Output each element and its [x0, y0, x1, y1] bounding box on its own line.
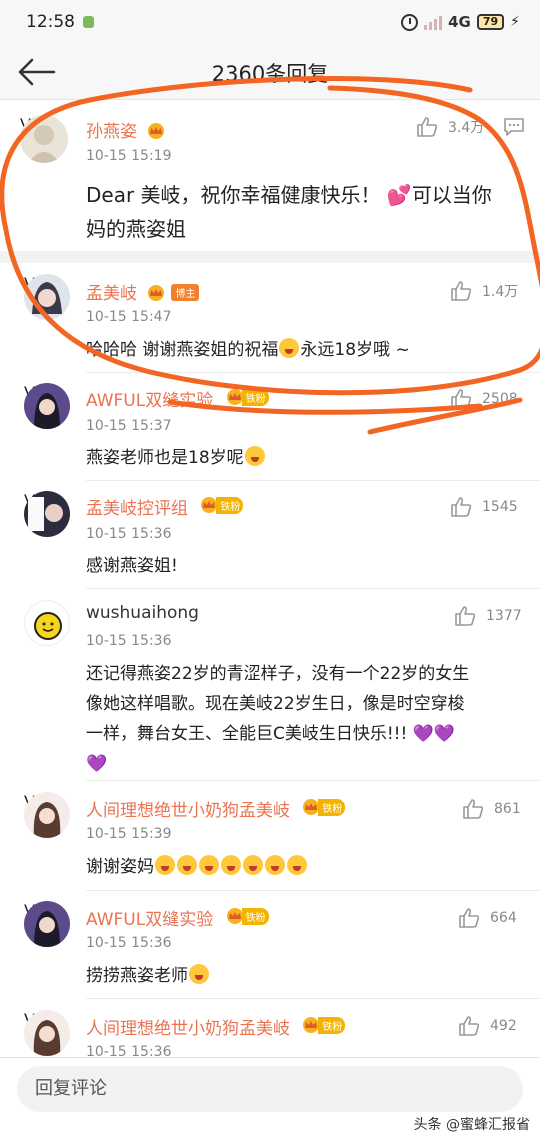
thumbs-up-icon — [459, 1016, 480, 1036]
reply-time: 10-15 15:36 — [86, 935, 172, 951]
like-button[interactable]: 861 — [462, 797, 521, 821]
thumbs-up-icon — [451, 389, 472, 409]
reply-username[interactable]: 人间理想绝世小奶狗孟美岐 铁粉 — [86, 796, 346, 821]
avatar[interactable] — [24, 600, 74, 650]
emoji-icon — [189, 964, 209, 984]
app-notification-icon — [83, 16, 94, 28]
like-button[interactable]: 1545 — [450, 495, 518, 519]
reply-username[interactable]: AWFUL双缝实验 铁粉 — [86, 386, 269, 411]
fan-badge: 铁粉 — [297, 798, 346, 816]
bottom-bar: 回复评论 头条 @蜜蜂汇报省 — [0, 1057, 540, 1140]
emoji-icon — [265, 855, 285, 875]
alarm-icon — [401, 13, 419, 31]
fan-badge: 铁粉 — [297, 1016, 346, 1034]
purple-heart-emoji: 💜 — [86, 754, 108, 774]
emoji-icon — [243, 855, 263, 875]
reply-time: 10-15 15:47 — [86, 309, 172, 325]
emoji-icon — [287, 855, 307, 875]
status-time: 12:58 — [26, 12, 75, 32]
watermark: 头条 @蜜蜂汇报省 — [413, 1117, 530, 1133]
divider — [86, 480, 540, 481]
thumbs-up-icon — [463, 799, 484, 819]
thumbs-up-icon — [459, 908, 480, 928]
emoji-icon — [199, 855, 219, 875]
like-button[interactable]: 3.4万 — [416, 115, 484, 139]
charging-icon: ⚡ — [510, 14, 520, 30]
avatar[interactable]: V — [24, 901, 74, 951]
signal-icon — [424, 14, 443, 30]
like-button[interactable]: 1.4万 — [450, 279, 518, 303]
network-type: 4G — [448, 13, 471, 31]
screen: 12:58 4G 79 ⚡ 2360条回复 V 孙燕姿 10-15 15:19 — [0, 0, 540, 1140]
avatar[interactable]: V — [24, 491, 74, 541]
emoji-icon — [155, 855, 175, 875]
divider — [86, 372, 540, 373]
divider — [86, 890, 540, 891]
purple-heart-emoji: 💜💜 — [412, 724, 456, 744]
crown-icon — [148, 285, 165, 301]
reply-time: 10-15 15:37 — [86, 418, 172, 434]
like-count: 664 — [490, 910, 517, 926]
comment-username[interactable]: 孙燕姿 — [86, 117, 167, 142]
fan-badge: 铁粉 — [221, 907, 269, 925]
reply-text: 感谢燕姿姐! — [86, 556, 178, 576]
reply-username[interactable]: wushuaihong — [86, 603, 199, 623]
emoji-icon — [279, 338, 300, 358]
thumbs-up-icon — [451, 497, 472, 517]
crown-icon — [148, 123, 165, 139]
reply-text: 燕姿老师也是18岁呢 — [86, 443, 266, 473]
avatar[interactable]: V — [24, 383, 74, 433]
like-count: 1545 — [482, 499, 518, 515]
like-count: 861 — [494, 801, 521, 817]
comment-text: Dear 美岐，祝你幸福健康快乐！ 💕可以当你 妈的燕姿姐 — [86, 183, 492, 241]
reply-time: 10-15 15:36 — [86, 633, 172, 649]
author-badge: 博主 — [171, 284, 200, 301]
thumbs-up-icon — [455, 606, 476, 626]
reply-text: 捞捞燕姿老师 — [86, 961, 210, 991]
like-count: 1377 — [486, 608, 522, 624]
fan-badge: 铁粉 — [221, 388, 269, 406]
comment-icon[interactable] — [503, 117, 525, 137]
heart-emoji: 💕 — [386, 183, 412, 207]
status-bar: 12:58 4G 79 ⚡ — [0, 0, 540, 44]
fan-badge: 铁粉 — [195, 496, 244, 514]
divider — [86, 998, 540, 999]
like-button[interactable]: 664 — [458, 906, 517, 930]
like-count: 1.4万 — [482, 284, 519, 300]
main-comment: V 孙燕姿 10-15 15:19 3.4万 Dear 美岐，祝你幸福健康快乐！… — [0, 101, 540, 251]
thumbs-up-icon — [417, 117, 438, 137]
header: 2360条回复 — [0, 44, 540, 100]
reply-text: 哈哈哈 谢谢燕姿姐的祝福 永远18岁哦 ~ — [86, 338, 410, 360]
like-count: 2508 — [482, 391, 518, 407]
like-button[interactable]: 1377 — [454, 604, 522, 628]
divider — [86, 588, 540, 589]
reply-username[interactable]: 孟美岐控评组 铁粉 — [86, 494, 244, 519]
divider — [86, 780, 540, 781]
comment-time: 10-15 15:19 — [86, 148, 172, 164]
avatar[interactable]: V — [24, 792, 74, 842]
avatar[interactable]: V — [20, 115, 70, 165]
reply-username[interactable]: 人间理想绝世小奶狗孟美岐 铁粉 — [86, 1014, 346, 1039]
like-button[interactable]: 492 — [458, 1014, 517, 1038]
like-button[interactable]: 2508 — [450, 387, 518, 411]
reply-input[interactable]: 回复评论 — [17, 1066, 523, 1112]
reply-text: 谢谢姿妈 — [86, 852, 308, 882]
reply-text: 还记得燕姿22岁的青涩样子，没有一个22岁的女生 像她这样唱歌。现在美岐22岁生… — [86, 664, 470, 774]
thumbs-up-icon — [451, 281, 472, 301]
reply-username[interactable]: AWFUL双缝实验 铁粉 — [86, 905, 269, 930]
emoji-icon — [244, 446, 265, 466]
emoji-icon — [221, 855, 241, 875]
reply-time: 10-15 15:36 — [86, 526, 172, 542]
like-count: 492 — [490, 1018, 517, 1034]
status-icons: 4G 79 ⚡ — [401, 10, 520, 34]
page-title: 2360条回复 — [211, 62, 329, 86]
like-count: 3.4万 — [448, 120, 485, 136]
battery-icon: 79 — [476, 14, 505, 30]
section-divider — [0, 251, 540, 263]
reply-time: 10-15 15:39 — [86, 826, 172, 842]
avatar[interactable]: V — [24, 274, 74, 324]
reply-username[interactable]: 孟美岐 博主 — [86, 279, 200, 304]
avatar[interactable]: V — [24, 1010, 74, 1060]
emoji-icon — [177, 855, 197, 875]
